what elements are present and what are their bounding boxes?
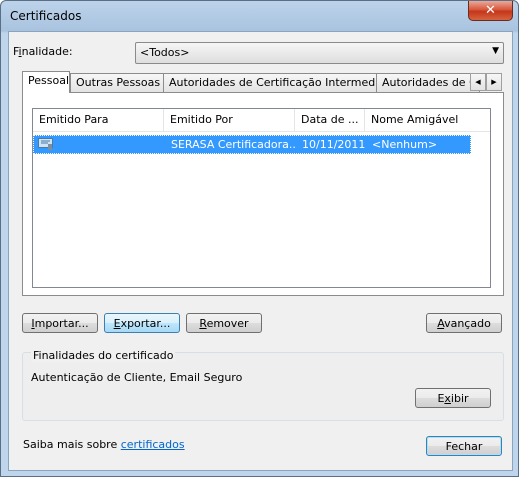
remove-button[interactable]: Remover [186, 313, 262, 333]
certificate-list[interactable]: Emitido Para Emitido Por Data de ... Nom… [32, 108, 491, 288]
tab-pessoal[interactable]: Pessoal [22, 71, 70, 93]
tab-panel-pessoal: Emitido Para Emitido Por Data de ... Nom… [22, 92, 504, 296]
column-header-issued-to[interactable]: Emitido Para [33, 109, 164, 131]
tab-autoridades-intermediarias[interactable]: Autoridades de Certificação Intermediári… [163, 73, 377, 92]
certificate-icon [38, 138, 53, 150]
chevron-down-icon: ▼ [492, 46, 499, 56]
cell-friendly-name: <Nenhum> [372, 138, 438, 151]
list-header: Emitido Para Emitido Por Data de ... Nom… [33, 109, 490, 132]
purposes-group-title: Finalidades do certificado [31, 349, 176, 362]
import-button[interactable]: Importar... [22, 313, 98, 333]
tab-scroll-right-icon[interactable]: ▶ [486, 73, 502, 91]
table-row[interactable]: SERASA Certificadora... 10/11/2011 <Nenh… [33, 135, 471, 154]
export-button[interactable]: Exportar... [104, 313, 180, 333]
tab-scroll-left-icon[interactable]: ◀ [470, 73, 486, 91]
column-header-issued-by[interactable]: Emitido Por [164, 109, 295, 131]
cell-issued-to [56, 136, 162, 153]
certificate-purposes-group: Finalidades do certificado Autenticação … [22, 349, 504, 421]
purpose-label: Finalidade: [13, 45, 73, 58]
certificates-dialog: Certificados ✕ Finalidade: <Todos> ▼ Pes… [0, 0, 519, 477]
purposes-text: Autenticação de Cliente, Email Seguro [31, 371, 243, 384]
certificates-link[interactable]: certificados [121, 438, 185, 451]
column-header-friendly-name[interactable]: Nome Amigável [365, 109, 489, 131]
cell-date: 10/11/2011 [302, 138, 365, 151]
purpose-dropdown-value: <Todos> [140, 46, 190, 59]
advanced-button[interactable]: Avançado [426, 313, 502, 333]
close-window-button[interactable]: ✕ [468, 1, 513, 21]
tab-autoridades-raiz[interactable]: Autoridades de Ce [376, 73, 480, 92]
dialog-client-area: Finalidade: <Todos> ▼ Pessoal Outras Pes… [8, 31, 513, 471]
close-icon: ✕ [485, 3, 496, 18]
column-header-date[interactable]: Data de ... [295, 109, 365, 131]
close-button[interactable]: Fechar [426, 436, 502, 456]
tab-outras-pessoas[interactable]: Outras Pessoas [70, 73, 164, 92]
title-bar[interactable]: Certificados ✕ [1, 1, 518, 31]
cell-issued-by: SERASA Certificadora... [171, 138, 295, 151]
view-button[interactable]: Exibir [415, 388, 491, 408]
purpose-dropdown[interactable]: <Todos> ▼ [135, 42, 504, 64]
learn-more-text: Saiba mais sobre certificados [23, 438, 185, 451]
store-tabs: Pessoal Outras Pessoas Autoridades de Ce… [22, 71, 502, 93]
window-title: Certificados [10, 9, 82, 23]
